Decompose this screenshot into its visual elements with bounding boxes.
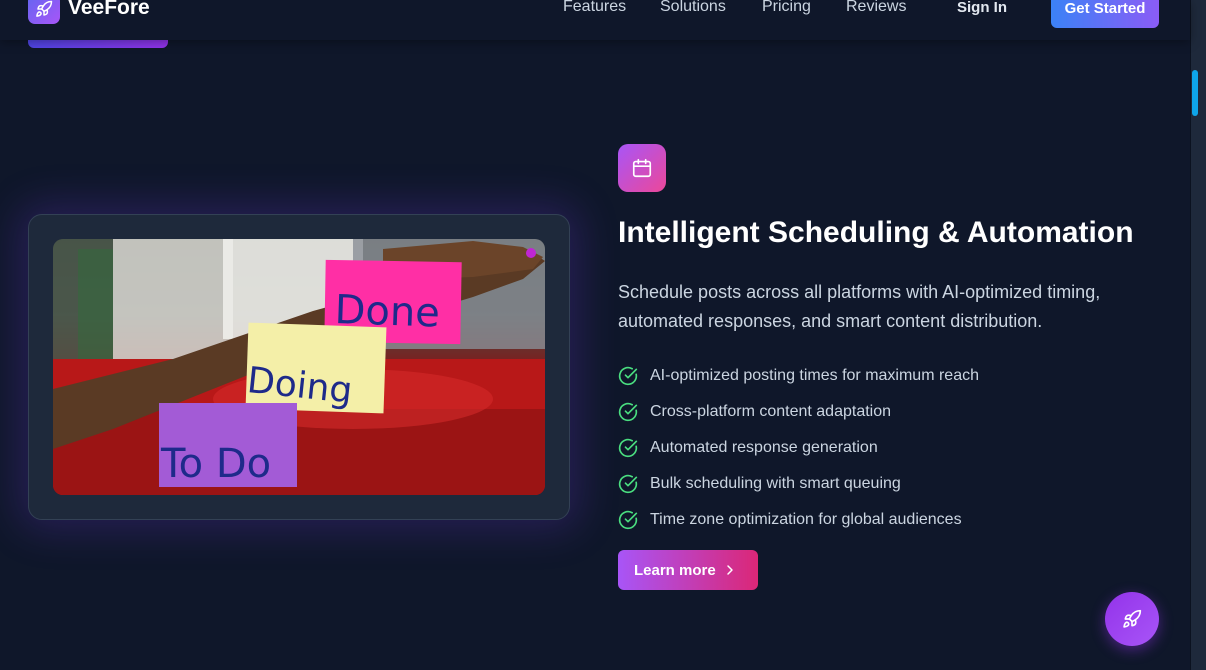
list-item: Bulk scheduling with smart queuing xyxy=(618,466,979,502)
rocket-icon xyxy=(1123,609,1142,628)
list-item: Automated response generation xyxy=(618,430,979,466)
chevron-right-icon xyxy=(727,565,733,575)
section-accent-bar xyxy=(28,40,168,48)
bullet-text: Time zone optimization for global audien… xyxy=(650,511,962,528)
sign-in-link[interactable]: Sign In xyxy=(957,0,1007,16)
get-started-button[interactable]: Get Started xyxy=(1051,0,1159,28)
list-item: Cross-platform content adaptation xyxy=(618,394,979,430)
top-navbar: VeeFore Features Solutions Pricing Revie… xyxy=(0,0,1190,40)
floating-action-button[interactable] xyxy=(1105,592,1159,646)
brand-name[interactable]: VeeFore xyxy=(68,0,150,20)
feature-bullet-list: AI-optimized posting times for maximum r… xyxy=(618,358,979,538)
sticky-note-doing: Doing xyxy=(245,322,387,414)
feature-title: Intelligent Scheduling & Automation xyxy=(618,216,1134,249)
learn-more-button[interactable]: Learn more xyxy=(618,550,758,590)
check-circle-icon xyxy=(618,510,638,530)
list-item: Time zone optimization for global audien… xyxy=(618,502,979,538)
nav-features[interactable]: Features xyxy=(563,0,626,16)
learn-more-label: Learn more xyxy=(634,561,716,579)
nav-solutions[interactable]: Solutions xyxy=(660,0,726,16)
sticky-note-todo-text: To Do xyxy=(160,441,271,487)
feature-description: Schedule posts across all platforms with… xyxy=(618,282,1101,331)
bullet-text: Cross-platform content adaptation xyxy=(650,403,892,420)
bullet-text: AI-optimized posting times for maximum r… xyxy=(650,367,979,384)
bullet-text: Bulk scheduling with smart queuing xyxy=(650,475,901,492)
sticky-note-todo: To Do xyxy=(159,403,297,487)
check-circle-icon xyxy=(618,402,638,422)
check-circle-icon xyxy=(618,366,638,386)
nav-pricing[interactable]: Pricing xyxy=(762,0,811,16)
nav-reviews[interactable]: Reviews xyxy=(846,0,906,16)
kanban-sticky-notes-photo: Done Doing To Do xyxy=(53,239,545,495)
page-scrollbar-thumb[interactable] xyxy=(1192,70,1198,116)
check-circle-icon xyxy=(618,474,638,494)
check-circle-icon xyxy=(618,438,638,458)
calendar-icon xyxy=(632,158,652,178)
rocket-icon xyxy=(36,0,53,17)
logo-badge[interactable] xyxy=(28,0,60,24)
bullet-text: Automated response generation xyxy=(650,439,878,456)
list-item: AI-optimized posting times for maximum r… xyxy=(618,358,979,394)
feature-icon-badge xyxy=(618,144,666,192)
